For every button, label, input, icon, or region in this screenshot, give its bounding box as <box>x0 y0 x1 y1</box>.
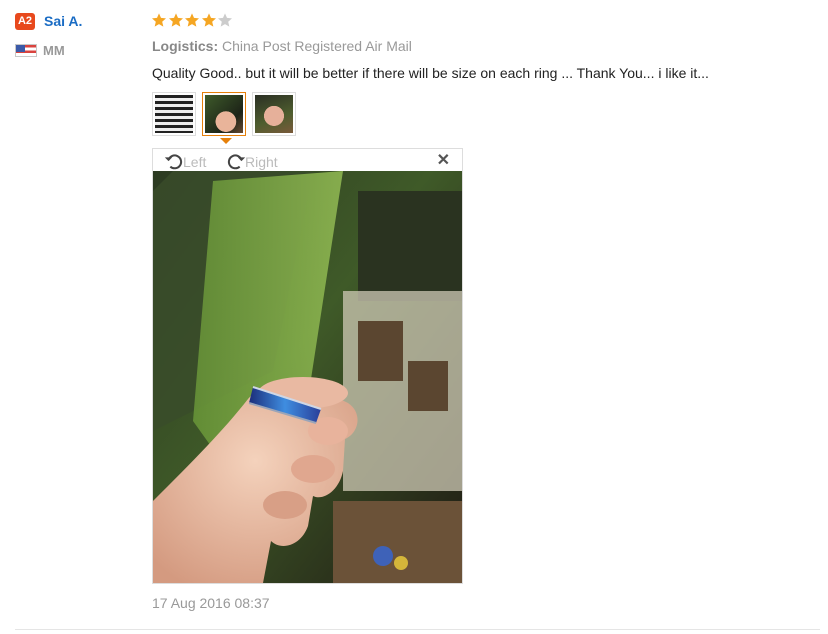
review-photo-large <box>153 171 462 583</box>
logistics-info: Logistics: China Post Registered Air Mai… <box>152 38 412 55</box>
star-rating <box>151 12 234 30</box>
star-icon-filled <box>152 13 166 27</box>
star-icon-empty <box>218 13 232 27</box>
reviewer-name[interactable]: Sai A. <box>44 13 82 30</box>
rotate-left-button[interactable]: Left <box>163 151 206 173</box>
country-flag-icon <box>15 44 37 57</box>
thumbnail-3[interactable] <box>252 92 296 136</box>
thumbnail-2[interactable] <box>202 92 246 136</box>
divider <box>15 629 820 630</box>
rotate-right-icon <box>227 154 246 170</box>
review-date: 17 Aug 2016 08:37 <box>152 595 270 611</box>
reviewer-country: MM <box>43 43 65 58</box>
active-thumbnail-indicator <box>220 138 232 144</box>
review-photo-thumbnails <box>152 92 302 136</box>
review-text: Quality Good.. but it will be better if … <box>152 65 709 81</box>
fabric-photo <box>155 95 193 133</box>
rotate-left-label: Left <box>183 154 207 170</box>
star-icon-filled <box>201 13 216 27</box>
rotate-left-icon <box>164 154 183 170</box>
logistics-label: Logistics: <box>152 38 219 54</box>
hand-ring-photo <box>205 95 243 133</box>
star-icon-filled <box>168 13 183 27</box>
rotate-right-label: Right <box>245 154 278 170</box>
star-icon-filled <box>185 13 199 27</box>
rotate-right-button[interactable]: Right <box>225 151 278 173</box>
hand-ring-photo-2 <box>255 95 293 133</box>
logistics-value: China Post Registered Air Mail <box>222 38 412 54</box>
photo-viewer: Left Right ✕ <box>152 148 463 584</box>
thumbnail-1[interactable] <box>152 92 196 136</box>
close-icon[interactable]: ✕ <box>437 153 450 169</box>
viewer-toolbar: Left Right ✕ <box>153 149 462 171</box>
buyer-level-badge: A2 <box>15 13 35 30</box>
